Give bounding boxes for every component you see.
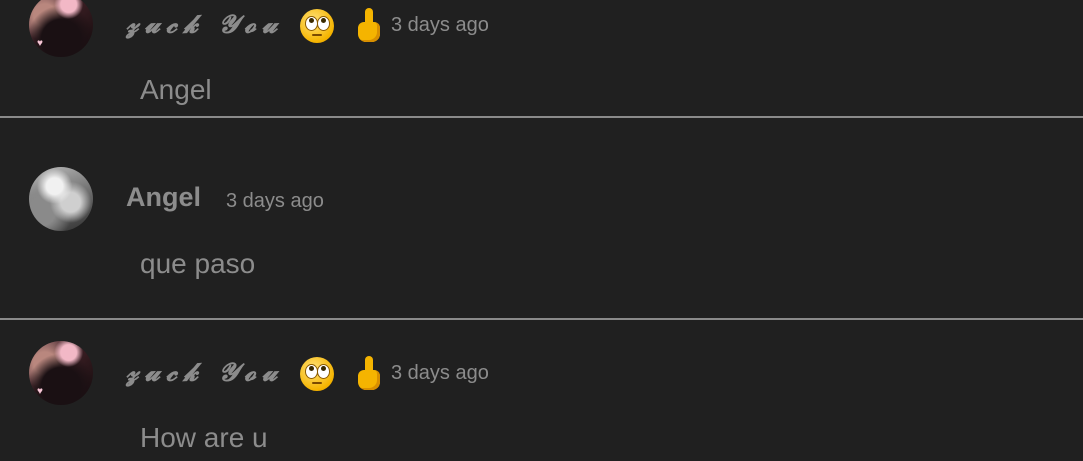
comment-timestamp: 3 days ago — [226, 190, 324, 212]
heart-icon: ♥ — [37, 386, 43, 397]
comment-username-row[interactable]: 𝔃𝓾𝓬𝓴 𝓨𝓸𝓾 — [126, 8, 381, 44]
middle-finger-emoji-icon — [357, 356, 381, 392]
comment-username[interactable]: Angel — [126, 182, 201, 213]
comment-username[interactable]: 𝔃𝓾𝓬𝓴 𝓨𝓸𝓾 — [126, 10, 283, 39]
comment-text: que paso — [140, 248, 256, 279]
comment-item: ♥ 𝔃𝓾𝓬𝓴 𝓨𝓸𝓾 3 days ago Angel — [0, 0, 1083, 118]
comment-timestamp: 3 days ago — [391, 362, 489, 384]
eyeroll-emoji-icon — [300, 9, 335, 43]
avatar[interactable]: ♥ — [29, 341, 93, 405]
avatar[interactable]: ♥ — [29, 0, 93, 57]
comment-text: How are u — [140, 422, 268, 453]
comment-item: ♥ 𝔃𝓾𝓬𝓴 𝓨𝓸𝓾 3 days ago How are u — [0, 320, 1083, 461]
eyeroll-emoji-icon — [300, 357, 335, 391]
avatar[interactable] — [29, 167, 93, 231]
heart-icon: ♥ — [37, 38, 43, 49]
middle-finger-emoji-icon — [357, 8, 381, 44]
comment-username-row[interactable]: 𝔃𝓾𝓬𝓴 𝓨𝓸𝓾 — [126, 356, 381, 392]
comment-text: Angel — [140, 74, 212, 105]
comment-timestamp: 3 days ago — [391, 14, 489, 36]
comment-item: Angel 3 days ago que paso — [0, 146, 1083, 320]
comment-username[interactable]: 𝔃𝓾𝓬𝓴 𝓨𝓸𝓾 — [126, 358, 283, 387]
